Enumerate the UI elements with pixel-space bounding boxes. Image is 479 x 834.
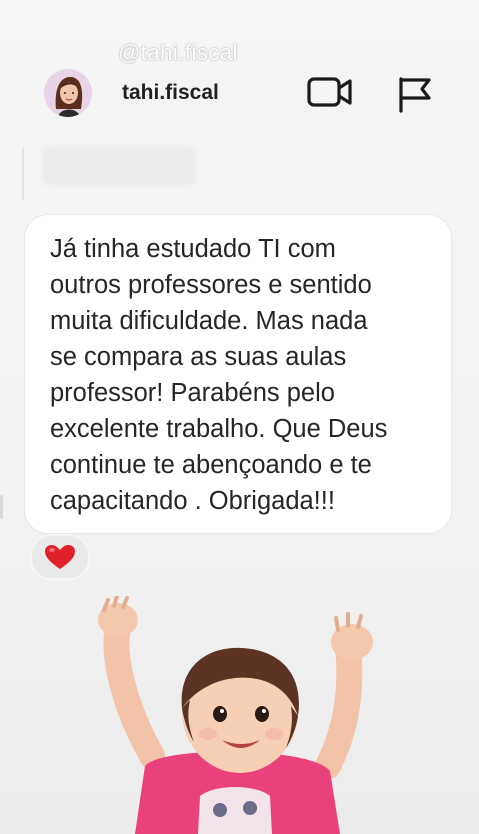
reply-indicator-line	[22, 148, 24, 200]
video-camera-icon	[307, 77, 352, 107]
message-text: Já tinha estudado TI com outros professo…	[50, 235, 388, 515]
avatar-illustration	[44, 69, 92, 117]
reaction-badge[interactable]	[30, 534, 90, 580]
report-button[interactable]	[395, 73, 435, 113]
heart-icon	[45, 545, 75, 569]
chat-header: tahi.fiscal	[0, 62, 479, 126]
celebrating-baby-sticker[interactable]	[90, 594, 390, 834]
flag-icon	[399, 77, 431, 113]
profile-avatar[interactable]	[44, 69, 92, 117]
video-call-button[interactable]	[306, 74, 354, 110]
blurred-replied-message	[42, 146, 196, 186]
story-screen: @tahi.fiscal tahi.fiscal Já tinha estuda…	[0, 0, 479, 834]
edge-handle	[0, 495, 3, 519]
celebrating-baby-illustration	[98, 594, 373, 834]
chat-username[interactable]: tahi.fiscal	[122, 81, 219, 105]
